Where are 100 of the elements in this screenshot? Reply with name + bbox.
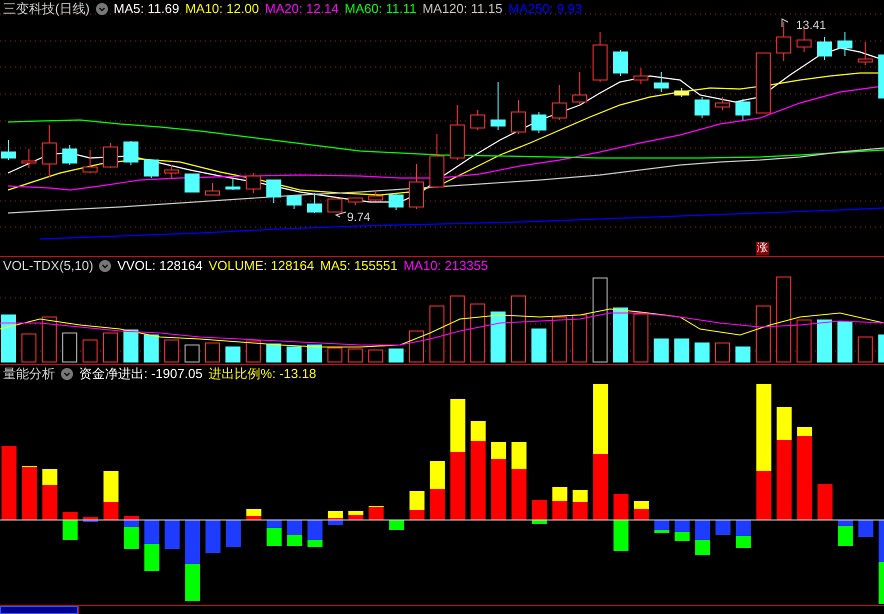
candlestick (531, 112, 546, 134)
indicator-value: MA250: 9.93 (508, 0, 582, 18)
candlestick (572, 72, 588, 104)
candlestick (348, 198, 363, 206)
panel-title: 量能分析 (3, 365, 55, 384)
volume-bar (42, 316, 57, 362)
leader-line (334, 212, 346, 218)
indicator-value: MA20: 12.14 (264, 0, 339, 18)
fund-flow-bar (818, 484, 832, 520)
candlestick (246, 172, 261, 194)
candlestick (62, 144, 78, 166)
volume-bar (511, 296, 526, 362)
volume-bar (756, 306, 771, 362)
volume-bar (388, 348, 404, 362)
candlestick (592, 32, 608, 82)
indicator-value: MA5: 155551 (320, 257, 398, 276)
panel-title: VOL-TDX(5,10) (3, 257, 94, 276)
fund-flow-bar (266, 520, 282, 546)
volume-bar (674, 338, 690, 362)
volume-bar (796, 320, 812, 362)
fund-flow-bar (124, 516, 139, 549)
candlestick (123, 140, 138, 166)
candlestick (450, 104, 465, 160)
volume-bar (225, 346, 240, 362)
chevron-down-icon[interactable] (61, 368, 73, 380)
volume-bar (144, 334, 159, 362)
candlestick (388, 192, 404, 210)
candlestick (490, 82, 506, 130)
fund-flow-bar (62, 512, 78, 540)
volume-bar (184, 344, 200, 362)
volume-bar (735, 346, 750, 362)
fund-flow-bar (552, 487, 568, 520)
candlestick (674, 88, 690, 98)
candlestick (225, 178, 240, 190)
candlestick (470, 110, 486, 130)
high-price-label: 13.41 (796, 17, 826, 34)
indicator-value: MA60: 11.11 (344, 0, 416, 18)
fund-flow-bar (83, 517, 98, 522)
volume-bar (531, 328, 546, 362)
volume-bar (409, 330, 424, 362)
volume-bar (123, 330, 138, 362)
fund-flow-bar (348, 511, 364, 520)
candlestick (613, 50, 628, 76)
rise-badge: 涨 (756, 242, 769, 255)
candlestick (429, 134, 444, 188)
candlestick (144, 160, 159, 178)
volume-bar (429, 306, 444, 362)
candlestick (164, 164, 180, 180)
candlestick (694, 96, 710, 118)
candlestick (266, 180, 282, 204)
volume-bar (327, 348, 342, 362)
volume-bar (817, 320, 832, 362)
candlestick (776, 22, 792, 62)
indicator-value: MA5: 11.69 (114, 0, 180, 18)
chevron-down-icon[interactable] (96, 3, 108, 15)
fund-flow-bar (389, 520, 404, 530)
candlestick (307, 192, 322, 214)
volume-bar (878, 334, 884, 362)
fund-flow-bar (572, 490, 588, 520)
volume-bar (694, 342, 710, 362)
chevron-down-icon[interactable] (99, 260, 112, 272)
fund-flow-bar (716, 520, 730, 535)
fund-flow-bar (287, 520, 302, 546)
volume-bar (266, 344, 282, 362)
candlestick (184, 174, 200, 192)
candlestick (409, 164, 424, 210)
fund-flow-bar (532, 500, 547, 524)
volume-bar (348, 348, 363, 362)
candlestick (654, 72, 669, 92)
volume-bar (1, 314, 16, 362)
panel-title: 三变科技(日线) (3, 0, 90, 18)
fund-flow-bar (328, 511, 343, 525)
volume-bar (103, 332, 118, 362)
fund-flow-bar (858, 520, 874, 537)
volume-bar (164, 340, 180, 362)
volume-bar (470, 304, 486, 362)
fund-flow-bar (614, 494, 628, 551)
indicator-value: MA10: 213355 (403, 257, 488, 276)
volume-bar (286, 346, 302, 362)
volume-bar (837, 322, 852, 362)
volume-bar (613, 308, 628, 362)
volume-bar (552, 316, 567, 362)
candlestick (286, 196, 302, 210)
candlestick (735, 98, 750, 120)
candlestick (21, 148, 36, 168)
indicator-value: VOLUME: 128164 (208, 257, 314, 276)
fund-flow-bar (104, 471, 118, 520)
fund-flow-bar (22, 466, 37, 520)
candlestick (103, 142, 118, 168)
candlestick (817, 36, 832, 60)
indicator-value: MA120: 11.15 (422, 0, 502, 18)
fund-flow-bar (654, 520, 670, 533)
fund-flow-bar (206, 520, 220, 553)
fund-flow-bar (838, 520, 853, 546)
candlestick (858, 42, 873, 66)
volume-bar (858, 336, 873, 362)
indicator-value: MA10: 12.00 (185, 0, 259, 18)
fund-flow-bar (736, 520, 751, 548)
volume-bar (490, 312, 506, 362)
candlestick (327, 198, 342, 212)
